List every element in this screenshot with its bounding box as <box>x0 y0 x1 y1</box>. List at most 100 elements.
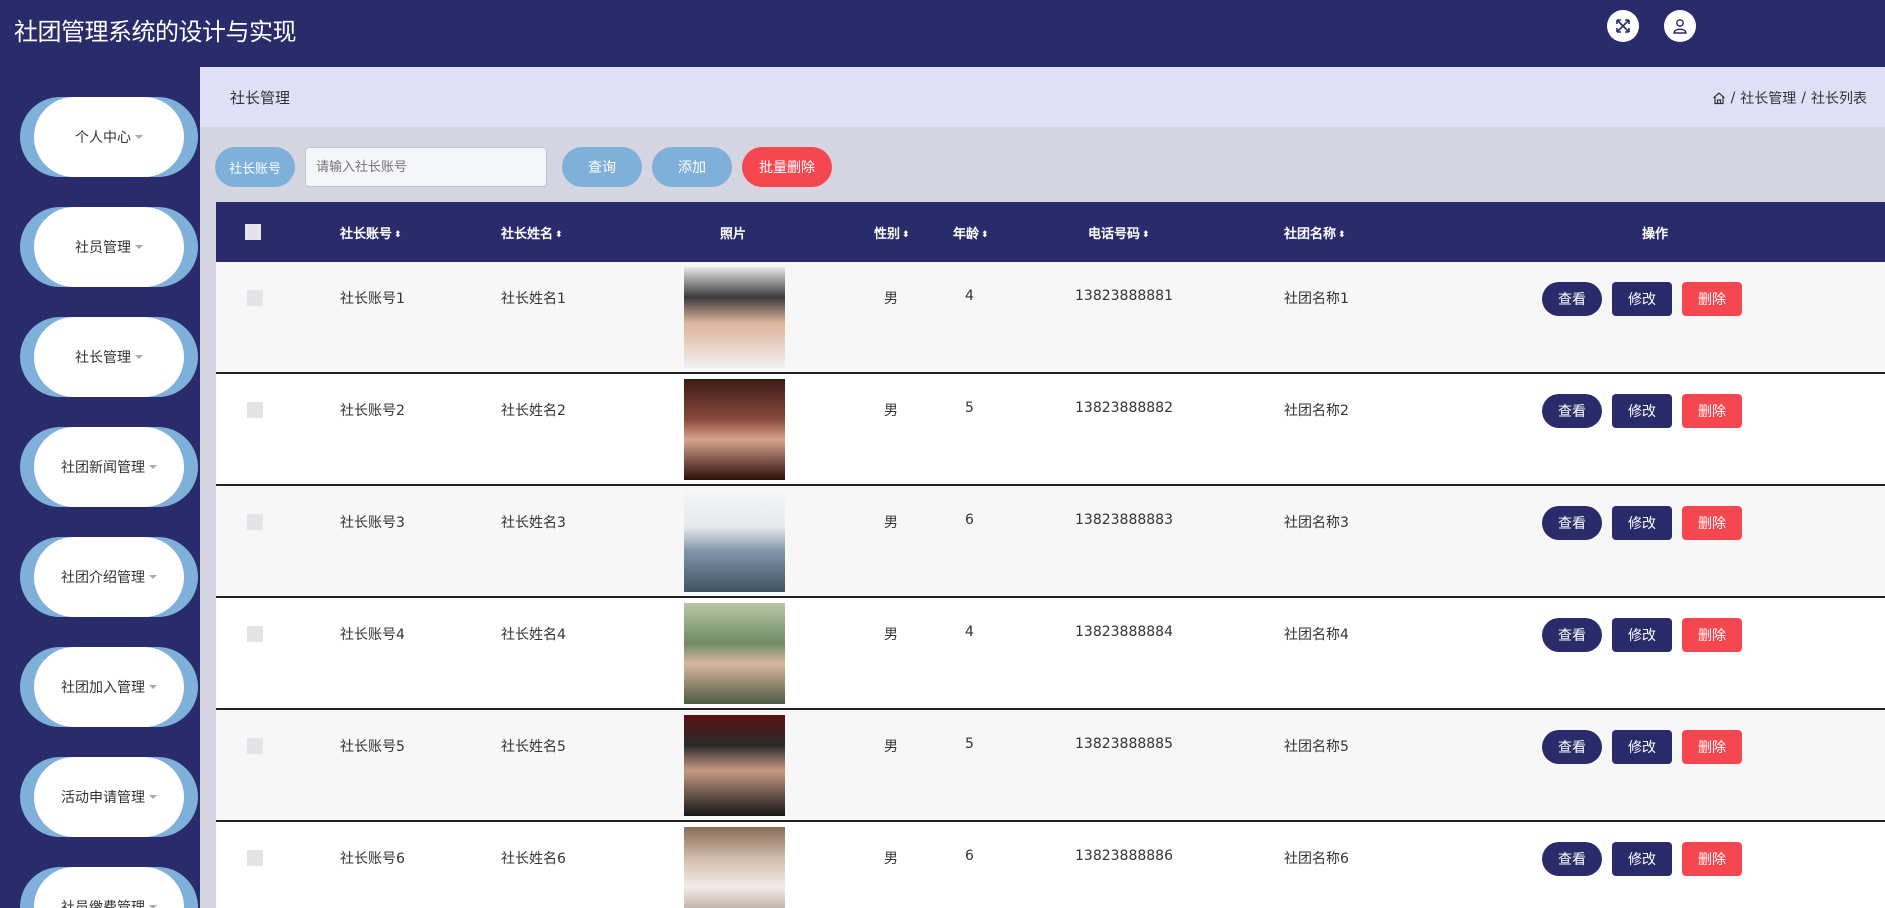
sidebar-item-label: 活动申请管理 <box>61 790 145 806</box>
cell-account: 社长账号6 <box>340 851 405 867</box>
search-input[interactable] <box>305 147 547 187</box>
cell-gender: 男 <box>884 515 898 531</box>
breadcrumb-separator: / <box>1730 90 1736 106</box>
view-button[interactable]: 查看 <box>1542 394 1602 428</box>
president-photo <box>684 491 785 592</box>
view-button[interactable]: 查看 <box>1542 618 1602 652</box>
cell-club: 社团名称4 <box>1284 627 1349 643</box>
cell-phone: 13823888882 <box>1075 400 1173 416</box>
column-header-age[interactable]: 年龄 ⬍ <box>953 223 989 242</box>
search-label: 社长账号 <box>215 147 295 187</box>
sidebar-item-activity-management[interactable]: 活动申请管理 <box>20 757 198 837</box>
cell-name: 社长姓名4 <box>501 627 566 643</box>
row-checkbox[interactable] <box>247 626 263 642</box>
cell-name: 社长姓名6 <box>501 851 566 867</box>
sidebar-item-president-management[interactable]: 社长管理 <box>20 317 198 397</box>
edit-button[interactable]: 修改 <box>1612 282 1672 316</box>
cell-club: 社团名称5 <box>1284 739 1349 755</box>
query-button[interactable]: 查询 <box>562 147 642 187</box>
cell-phone: 13823888886 <box>1075 848 1173 864</box>
edit-button[interactable]: 修改 <box>1612 842 1672 876</box>
view-button[interactable]: 查看 <box>1542 730 1602 764</box>
cell-account: 社长账号1 <box>340 291 405 307</box>
row-checkbox[interactable] <box>247 402 263 418</box>
batch-delete-button[interactable]: 批量删除 <box>742 147 832 187</box>
cell-name: 社长姓名2 <box>501 403 566 419</box>
add-button[interactable]: 添加 <box>652 147 732 187</box>
sidebar-item-fee-management[interactable]: 社员缴费管理 <box>20 867 198 908</box>
sidebar-item-personal-center[interactable]: 个人中心 <box>20 97 198 177</box>
caret-down-icon <box>135 245 143 249</box>
breadcrumb-item[interactable]: 社长管理 <box>1740 88 1796 108</box>
select-all-checkbox[interactable] <box>245 224 261 240</box>
view-button[interactable]: 查看 <box>1542 506 1602 540</box>
cell-account: 社长账号2 <box>340 403 405 419</box>
caret-down-icon <box>149 575 157 579</box>
row-checkbox[interactable] <box>247 738 263 754</box>
main-content: 社长管理 / 社长管理 / 社长列表 社长账号 查询 添加 批量删除 社长账号⬍… <box>200 67 1885 908</box>
cell-name: 社长姓名5 <box>501 739 566 755</box>
edit-button[interactable]: 修改 <box>1612 506 1672 540</box>
delete-button[interactable]: 删除 <box>1682 842 1742 876</box>
home-icon[interactable] <box>1712 91 1726 105</box>
sidebar-item-label: 社员管理 <box>75 240 131 256</box>
breadcrumb-item: 社长列表 <box>1811 91 1867 107</box>
cell-age: 4 <box>965 624 974 640</box>
delete-button[interactable]: 删除 <box>1682 730 1742 764</box>
cell-gender: 男 <box>884 291 898 307</box>
cell-club: 社团名称1 <box>1284 291 1349 307</box>
user-icon[interactable] <box>1664 10 1696 42</box>
sort-icon: ⬍ <box>1338 229 1346 240</box>
cell-phone: 13823888883 <box>1075 512 1173 528</box>
president-photo <box>684 603 785 704</box>
column-header-gender[interactable]: 性别 ⬍ <box>874 223 910 242</box>
cell-phone: 13823888885 <box>1075 736 1173 752</box>
row-checkbox[interactable] <box>247 290 263 306</box>
column-header-actions: 操作 <box>1642 227 1669 242</box>
cell-phone: 13823888884 <box>1075 624 1173 640</box>
cell-account: 社长账号5 <box>340 739 405 755</box>
cell-age: 5 <box>965 400 974 416</box>
column-header-club[interactable]: 社团名称 ⬍ <box>1284 223 1346 242</box>
top-bar: 社团管理系统的设计与实现 <box>0 0 1885 67</box>
delete-button[interactable]: 删除 <box>1682 394 1742 428</box>
view-button[interactable]: 查看 <box>1542 842 1602 876</box>
view-button[interactable]: 查看 <box>1542 282 1602 316</box>
caret-down-icon <box>135 135 143 139</box>
edit-button[interactable]: 修改 <box>1612 394 1672 428</box>
caret-down-icon <box>149 795 157 799</box>
sort-icon: ⬍ <box>1142 229 1150 240</box>
sidebar: 个人中心 社员管理 社长管理 社团新闻管理 社团介绍管理 社团加入管理 活动申请… <box>0 67 200 908</box>
page-title: 社长管理 <box>230 89 291 107</box>
cell-name: 社长姓名3 <box>501 515 566 531</box>
sidebar-item-label: 社团新闻管理 <box>61 460 145 476</box>
sidebar-item-label: 个人中心 <box>75 130 131 146</box>
president-photo <box>684 379 785 480</box>
sidebar-item-member-management[interactable]: 社员管理 <box>20 207 198 287</box>
cell-age: 6 <box>965 848 974 864</box>
row-checkbox[interactable] <box>247 514 263 530</box>
cell-age: 5 <box>965 736 974 752</box>
fullscreen-icon[interactable] <box>1607 10 1639 42</box>
data-table: 社长账号 ⬍ 社长姓名 ⬍ 照片 性别 ⬍ 年龄 ⬍ 电话号码 ⬍ 社团名称 ⬍ 操作 社长… <box>216 202 1885 908</box>
table-row: 社长账号1 社长姓名1 男 4 13823888881 社团名称1 查看 修改 … <box>216 262 1885 374</box>
column-header-name[interactable]: 社长姓名 ⬍ <box>501 223 563 242</box>
column-header-account[interactable]: 社长账号 ⬍ <box>340 223 402 242</box>
cell-gender: 男 <box>884 851 898 867</box>
column-header-phone[interactable]: 电话号码 ⬍ <box>1088 223 1150 242</box>
cell-gender: 男 <box>884 403 898 419</box>
edit-button[interactable]: 修改 <box>1612 730 1672 764</box>
watermark: CSDN @beyond阿亮 <box>1728 885 1857 900</box>
sidebar-item-intro-management[interactable]: 社团介绍管理 <box>20 537 198 617</box>
sort-icon: ⬍ <box>981 229 989 240</box>
delete-button[interactable]: 删除 <box>1682 506 1742 540</box>
delete-button[interactable]: 删除 <box>1682 282 1742 316</box>
cell-club: 社团名称2 <box>1284 403 1349 419</box>
president-photo <box>684 827 785 908</box>
row-checkbox[interactable] <box>247 850 263 866</box>
delete-button[interactable]: 删除 <box>1682 618 1742 652</box>
sidebar-item-join-management[interactable]: 社团加入管理 <box>20 647 198 727</box>
table-row: 社长账号4 社长姓名4 男 4 13823888884 社团名称4 查看 修改 … <box>216 598 1885 710</box>
edit-button[interactable]: 修改 <box>1612 618 1672 652</box>
sidebar-item-news-management[interactable]: 社团新闻管理 <box>20 427 198 507</box>
